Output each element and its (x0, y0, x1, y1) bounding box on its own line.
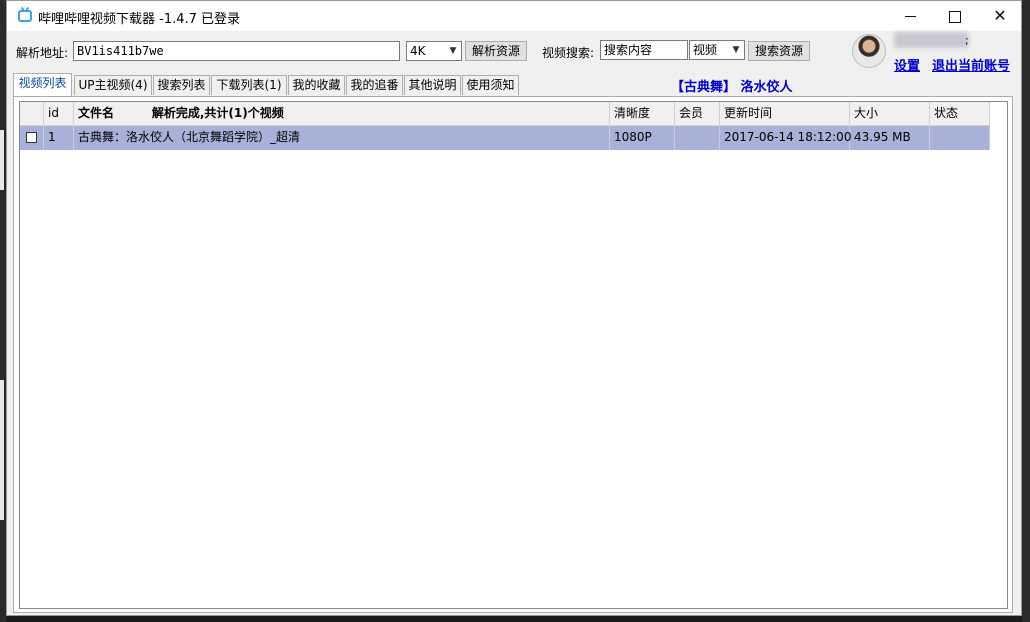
quality-select[interactable]: 4K ▼ (406, 41, 462, 61)
column-header-filename-label: 文件名 (78, 106, 115, 120)
row-select-cell (20, 126, 44, 150)
row-id: 1 (44, 126, 74, 150)
parse-url-input[interactable]: BV1is411b7we (73, 41, 400, 61)
column-header-id[interactable]: id (44, 102, 74, 126)
parse-url-label: 解析地址: (16, 46, 69, 60)
minimize-icon (904, 16, 916, 17)
search-type-select[interactable]: 视频 ▼ (689, 40, 745, 60)
column-header-vip[interactable]: 会员 (675, 102, 720, 126)
row-checkbox[interactable] (26, 132, 37, 143)
current-video-title: 【古典舞】 洛水佼人 (671, 80, 793, 95)
row-quality: 1080P (610, 126, 675, 150)
tab-following-anime[interactable]: 我的追番 (346, 75, 403, 95)
maximize-icon (949, 10, 961, 23)
column-header-filename[interactable]: 文件名 解析完成,共计(1)个视频 (74, 102, 610, 126)
video-table[interactable]: id 文件名 解析完成,共计(1)个视频 清晰度 会员 更新时间 大小 状态 1… (19, 101, 1008, 609)
column-header-select[interactable] (20, 102, 44, 126)
row-size: 43.95 MB (850, 126, 930, 150)
quality-select-value: 4K (410, 44, 426, 58)
tab-up-videos[interactable]: UP主视频(4) (74, 75, 152, 95)
tab-usage-notice[interactable]: 使用须知 (462, 75, 519, 95)
close-button[interactable]: ✕ (977, 1, 1023, 31)
column-header-quality[interactable]: 清晰度 (610, 102, 675, 126)
settings-link[interactable]: 设置 (894, 55, 920, 74)
avatar[interactable] (852, 34, 886, 68)
tab-favorites[interactable]: 我的收藏 (288, 75, 345, 95)
username-redacted (894, 32, 969, 48)
tab-search-list[interactable]: 搜索列表 (153, 75, 210, 95)
row-vip (675, 126, 720, 150)
minimize-button[interactable] (887, 1, 933, 31)
tab-panel-video-list: id 文件名 解析完成,共计(1)个视频 清晰度 会员 更新时间 大小 状态 1… (13, 96, 1013, 613)
close-icon: ✕ (993, 6, 1007, 25)
row-status (930, 126, 990, 150)
maximize-button[interactable] (932, 1, 978, 31)
video-search-label: 视频搜索: (542, 46, 595, 60)
bilibili-tv-icon (18, 10, 32, 22)
background-stripe (0, 380, 4, 520)
tab-other-notes[interactable]: 其他说明 (404, 75, 461, 95)
title-bar[interactable]: 哔哩哔哩视频下载器 -1.4.7 已登录 ✕ (7, 1, 1021, 31)
app-window: 哔哩哔哩视频下载器 -1.4.7 已登录 ✕ 解析地址: BV1is411b7w… (6, 0, 1022, 616)
column-header-updated[interactable]: 更新时间 (720, 102, 850, 126)
search-button[interactable]: 搜索资源 (748, 41, 810, 61)
column-header-size[interactable]: 大小 (850, 102, 930, 126)
table-row[interactable]: 1 古典舞：洛水佼人（北京舞蹈学院）_超清 1080P 2017-06-14 1… (20, 126, 990, 150)
search-type-value: 视频 (693, 43, 718, 57)
tab-download-list[interactable]: 下载列表(1) (211, 75, 287, 95)
row-updated: 2017-06-14 18:12:00 (720, 126, 851, 150)
chevron-down-icon: ▼ (732, 45, 740, 55)
background-right (1022, 0, 1030, 622)
column-header-status[interactable]: 状态 (930, 102, 990, 126)
parse-status-text: 解析完成,共计(1)个视频 (151, 106, 284, 120)
tab-video-list[interactable]: 视频列表 (13, 73, 72, 96)
logout-link[interactable]: 退出当前账号 (932, 55, 1010, 74)
search-input[interactable]: 搜索内容 (600, 40, 688, 60)
window-title: 哔哩哔哩视频下载器 -1.4.7 已登录 (38, 12, 241, 27)
row-filename: 古典舞：洛水佼人（北京舞蹈学院）_超清 (74, 126, 610, 150)
chevron-down-icon: ▼ (449, 46, 457, 56)
username-suffix: ; (965, 34, 969, 47)
background-stripe (0, 130, 4, 190)
parse-button[interactable]: 解析资源 (465, 41, 527, 61)
